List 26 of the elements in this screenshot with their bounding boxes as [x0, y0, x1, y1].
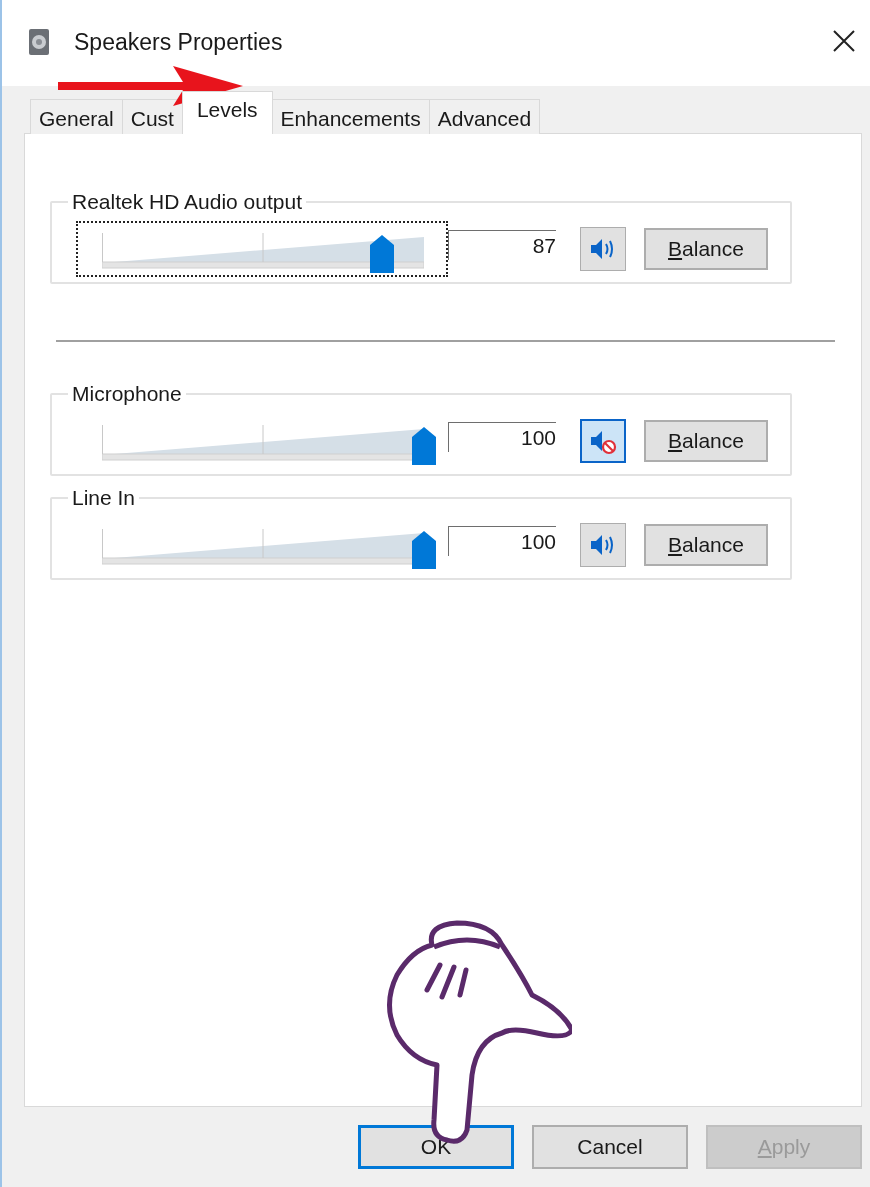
dialog-button[interactable]: Cancel: [532, 1125, 688, 1169]
group-label: Realtek HD Audio output: [71, 190, 303, 214]
tab[interactable]: Advanced: [428, 99, 541, 134]
volume-value-field[interactable]: 100: [448, 526, 556, 556]
balance-button[interactable]: Balance: [644, 524, 768, 566]
window-title: Speakers Properties: [74, 28, 284, 56]
tab[interactable]: Enhancements: [271, 99, 430, 134]
dialog-button[interactable]: OK: [358, 1125, 514, 1169]
mute-toggle-button[interactable]: [580, 523, 626, 567]
balance-button[interactable]: Balance: [644, 228, 768, 270]
speaker-device-icon: [28, 28, 50, 56]
slider-thumb[interactable]: [412, 427, 436, 465]
group-label: Line In: [71, 486, 137, 510]
tab[interactable]: General: [30, 99, 123, 134]
tab[interactable]: Levels: [181, 91, 273, 134]
mute-toggle-button[interactable]: [580, 419, 626, 463]
close-icon[interactable]: [832, 29, 856, 53]
volume-value-field[interactable]: 87: [448, 230, 556, 260]
balance-button[interactable]: Balance: [644, 420, 768, 462]
volume-value-field[interactable]: 100: [448, 422, 556, 452]
slider-thumb[interactable]: [370, 235, 395, 273]
slider-thumb[interactable]: [412, 531, 436, 569]
tab[interactable]: Cust: [121, 99, 183, 134]
group-label: Microphone: [71, 382, 183, 406]
mute-toggle-button[interactable]: [580, 227, 626, 271]
volume-slider[interactable]: [76, 221, 448, 277]
